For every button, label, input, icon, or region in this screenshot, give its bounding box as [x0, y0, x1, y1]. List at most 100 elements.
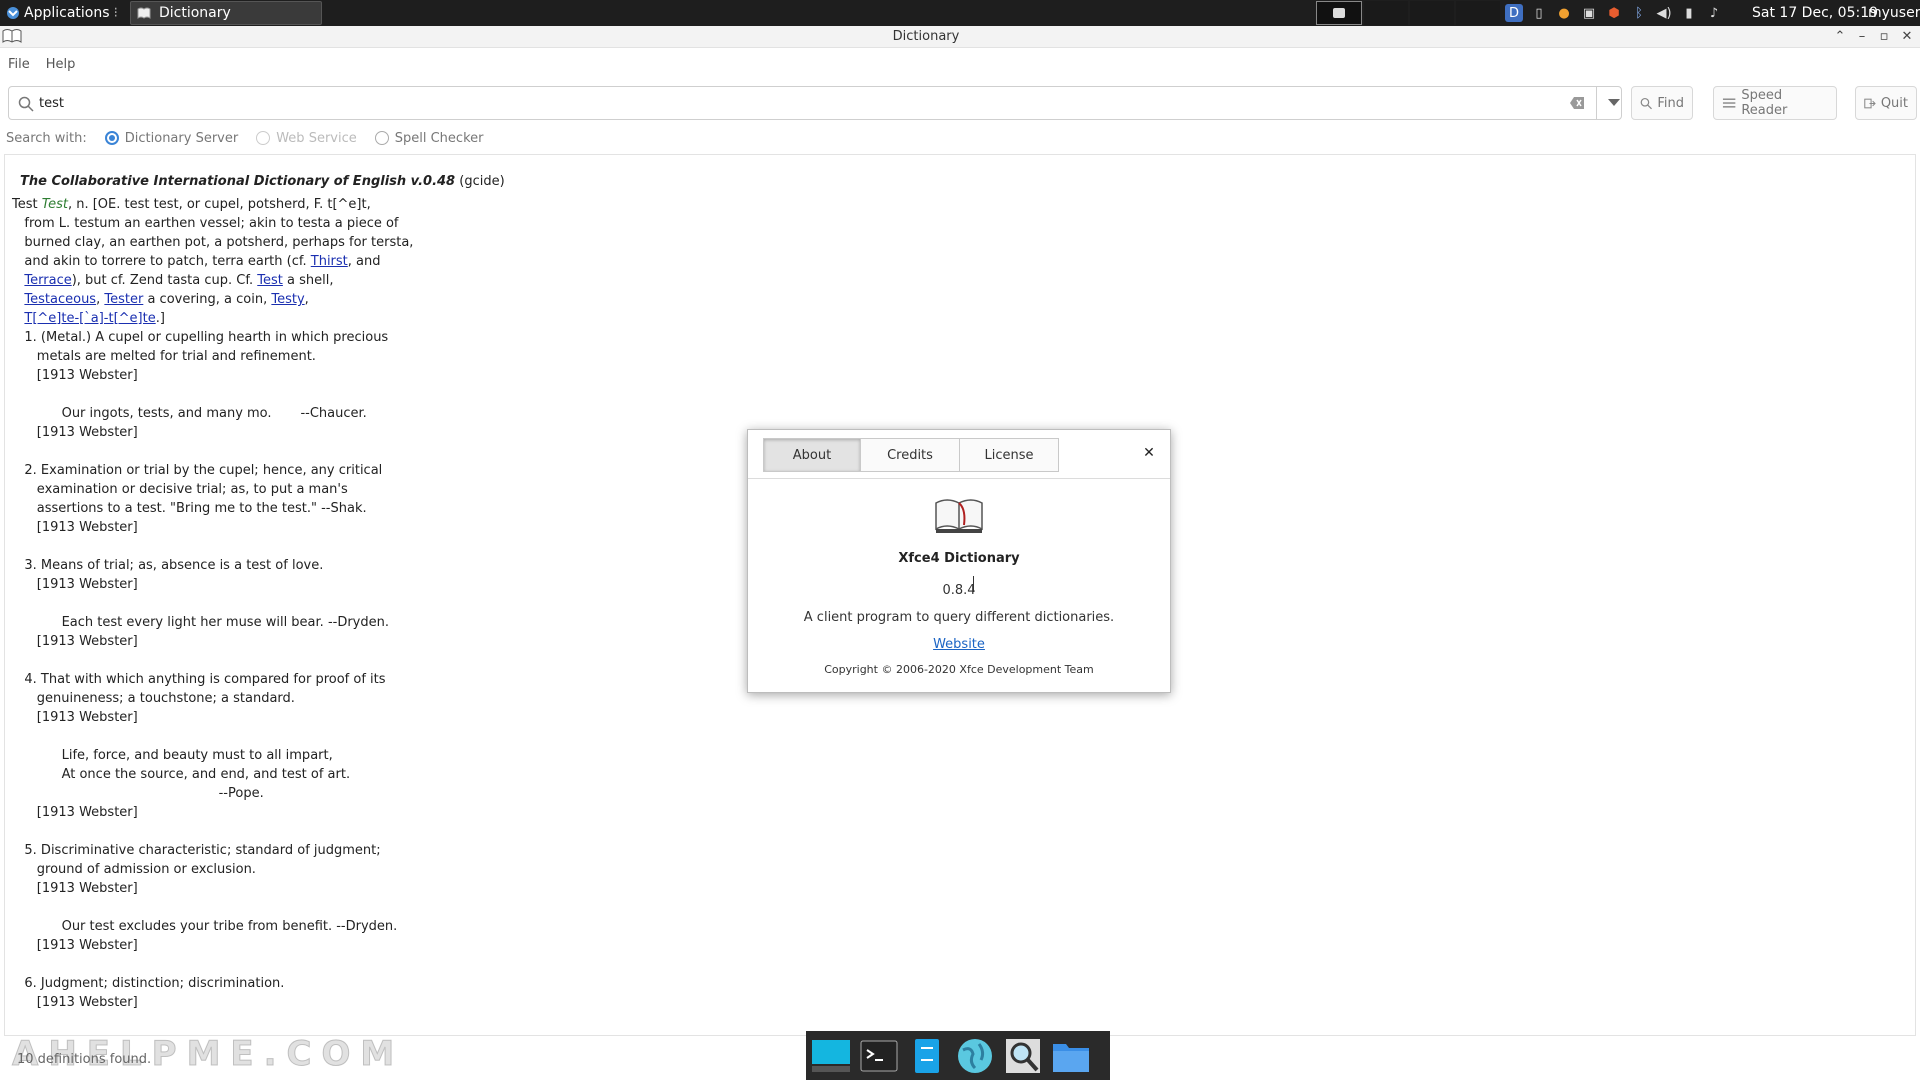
xref-link-thirst[interactable]: Thirst — [311, 254, 348, 269]
shade-icon[interactable]: ⌃ — [1830, 27, 1850, 47]
xref-link-testaceous[interactable]: Testaceous — [24, 292, 96, 307]
quit-icon — [1864, 98, 1876, 108]
minimize-icon[interactable]: – — [1852, 27, 1872, 47]
radio-spell-checker-label: Spell Checker — [394, 130, 484, 146]
maximize-icon[interactable]: ▫ — [1874, 27, 1894, 47]
speed-reader-button[interactable]: Speed Reader — [1713, 86, 1837, 120]
network-icon[interactable]: ▣ — [1580, 4, 1598, 22]
speed-reader-label: Speed Reader — [1741, 88, 1788, 118]
radio-web-service-label: Web Service — [276, 130, 357, 146]
quit-button[interactable]: Quit — [1855, 86, 1917, 120]
bluetooth-icon[interactable]: ᛒ — [1630, 4, 1648, 22]
xref-link-testy[interactable]: Testy — [271, 292, 304, 307]
entry-line: ), but cf. Zend tasta cup. Cf. — [71, 273, 258, 288]
workspace-2[interactable] — [1364, 1, 1408, 25]
xref-link-tete-a-tete[interactable]: T[^e]te-[`a]-t[^e]te — [24, 311, 155, 326]
dialog-close-icon[interactable]: ✕ — [1140, 444, 1158, 462]
web-browser-icon[interactable] — [954, 1036, 996, 1076]
tab-license[interactable]: License — [959, 438, 1059, 472]
status-bar-text: 10 definitions found. — [17, 1052, 152, 1067]
radio-web-service[interactable]: Web Service — [256, 131, 357, 146]
book-icon — [137, 7, 151, 19]
entry-line: burned clay, an earthen pot, a potsherd,… — [12, 235, 414, 250]
battery-icon[interactable]: ▮ — [1680, 4, 1698, 22]
dictionary-code: (gcide) — [459, 174, 505, 189]
notification-bell-icon[interactable]: ♪ — [1705, 4, 1723, 22]
system-tray: D ▯ ● ▣ ⬢ ᛒ ◀) ▮ ♪ — [1505, 2, 1723, 24]
dictionary-name: The Collaborative International Dictiona… — [20, 174, 456, 189]
radio-dictionary-server-label: Dictionary Server — [124, 130, 239, 146]
divider — [748, 478, 1170, 479]
entry-line: , n. [OE. test test, or cupel, potsherd,… — [67, 197, 371, 212]
radio-selected-icon — [104, 131, 119, 145]
entry-line: a covering, a coin, — [143, 292, 272, 307]
update-icon[interactable]: ● — [1555, 4, 1573, 22]
app-description: A client program to query different dict… — [803, 610, 1115, 625]
website-link[interactable]: Website — [933, 637, 985, 652]
file-manager-icon[interactable] — [906, 1036, 948, 1076]
find-button[interactable]: Find — [1631, 86, 1693, 120]
tab-credits[interactable]: Credits — [860, 438, 960, 472]
radio-unselected-icon — [374, 131, 389, 145]
speed-reader-icon — [1722, 97, 1736, 108]
radio-dictionary-server[interactable]: Dictionary Server — [104, 130, 239, 146]
show-desktop-icon[interactable] — [810, 1036, 852, 1076]
headword-italic: Test — [41, 197, 68, 212]
workspace-4[interactable] — [1456, 1, 1500, 25]
history-dropdown-button[interactable] — [1596, 87, 1630, 119]
clipboard-icon[interactable]: ▯ — [1530, 4, 1548, 22]
dock — [806, 1031, 1110, 1080]
shield-icon[interactable]: ⬢ — [1605, 4, 1623, 22]
applications-label: Applications — [24, 5, 110, 21]
clear-text-icon[interactable] — [1569, 96, 1585, 110]
menu-file[interactable]: File — [8, 57, 30, 72]
volume-icon[interactable]: ◀) — [1655, 4, 1673, 22]
xfce-logo-icon — [7, 7, 19, 19]
menubar: File Help — [0, 50, 1920, 78]
tab-about[interactable]: About — [763, 438, 861, 472]
top-panel: Applications ⁝ Dictionary D ▯ ● ▣ ⬢ ᛒ ◀)… — [0, 0, 1920, 26]
xref-link-tester[interactable]: Tester — [104, 292, 143, 307]
about-tabs: About Credits License — [763, 438, 1059, 472]
quit-label: Quit — [1880, 95, 1908, 111]
about-dialog: About Credits License ✕ Xfce4 Dictionary… — [747, 429, 1171, 693]
menu-help[interactable]: Help — [46, 57, 76, 72]
entry-line: a shell, — [282, 273, 334, 288]
xref-link-test[interactable]: Test — [257, 273, 283, 288]
chevron-down-icon — [1607, 99, 1620, 106]
workspace-3[interactable] — [1410, 1, 1454, 25]
dictionary-tray-icon[interactable]: D — [1505, 4, 1523, 22]
entry-line: , and — [347, 254, 381, 269]
text-cursor-icon — [973, 576, 974, 592]
xref-link-terrace[interactable]: Terrace — [24, 273, 71, 288]
dictionary-app-icon — [935, 499, 983, 533]
search-with-group: Search with: Dictionary Server Web Servi… — [6, 128, 483, 148]
definition-senses: 1. (Metal.) A cupel or cupelling hearth … — [24, 330, 398, 1010]
definition-text: Test Test, n. [OE. test test, or cupel, … — [12, 197, 414, 1010]
headword: Test — [12, 197, 38, 212]
search-combo[interactable] — [8, 86, 1622, 120]
website-link-container: Website — [748, 637, 1170, 652]
taskbar-item-dictionary[interactable]: Dictionary — [129, 1, 322, 25]
entry-line: from L. testum an earthen vessel; akin t… — [12, 216, 399, 231]
app-name: Xfce4 Dictionary — [898, 551, 1020, 566]
copyright-text: Copyright © 2006-2020 Xfce Development T… — [824, 663, 1094, 676]
close-icon[interactable]: ✕ — [1897, 27, 1917, 47]
app-finder-icon[interactable] — [1002, 1036, 1044, 1076]
terminal-icon[interactable] — [858, 1036, 900, 1076]
clock[interactable]: Sat 17 Dec, 05:19 — [1752, 0, 1878, 26]
find-label: Find — [1657, 95, 1684, 111]
radio-spell-checker[interactable]: Spell Checker — [374, 130, 484, 146]
user-menu[interactable]: myuser — [1868, 0, 1920, 26]
find-icon — [1640, 97, 1652, 109]
entry-line: and akin to torrere to patch, terra eart… — [12, 254, 311, 269]
search-icon — [18, 96, 34, 112]
search-input[interactable] — [39, 91, 1559, 115]
app-version: 0.8.4 — [942, 583, 976, 598]
separator-dots-icon: ⁝ — [113, 5, 118, 21]
workspace-1[interactable] — [1316, 1, 1362, 25]
taskbar-item-label: Dictionary — [158, 5, 231, 21]
window-titlebar[interactable]: Dictionary ⌃ – ▫ ✕ — [0, 26, 1920, 48]
applications-menu-button[interactable]: Applications ⁝ — [0, 0, 124, 26]
folder-icon[interactable] — [1050, 1036, 1092, 1076]
